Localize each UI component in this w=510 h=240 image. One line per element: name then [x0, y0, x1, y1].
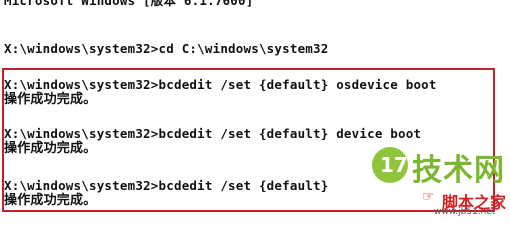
version-line: Microsoft Windows [版本 6.1.7600] — [4, 0, 254, 8]
cd-command-line: X:\windows\system32>cd C:\windows\system… — [4, 41, 329, 56]
watermark-arrow-icon: ☞ — [422, 189, 435, 205]
watermark-site-name: 技术网 — [412, 153, 505, 188]
watermark-badge-number: 17 — [380, 153, 408, 177]
watermark-logo: 17 技术网 ☞ 脚本之家 www.jb51.net — [368, 147, 510, 218]
watermark-url: www.jb51.net — [434, 207, 496, 217]
